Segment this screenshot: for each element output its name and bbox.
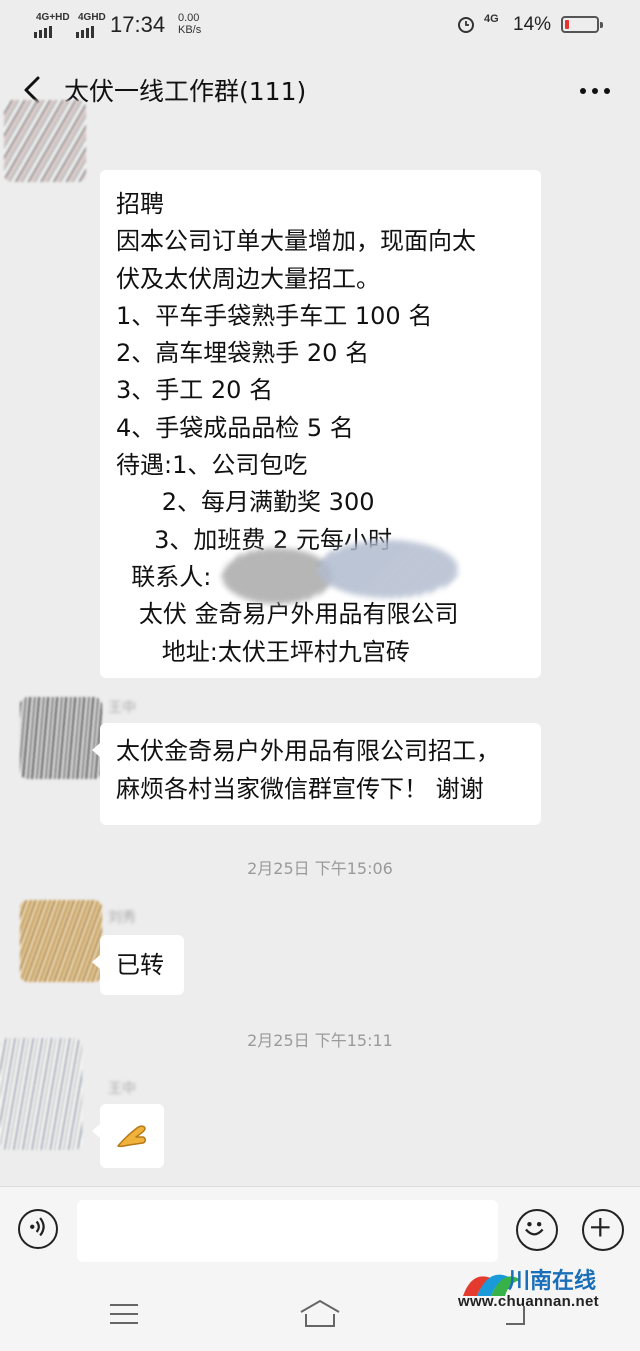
message-bubble[interactable]: 已转 xyxy=(92,935,184,995)
signal-label: 4GHD xyxy=(78,12,106,23)
network-speed: 0.00 KB/s xyxy=(178,12,201,36)
signal-icon: 4G+HD xyxy=(34,12,76,38)
message-text: 已转 xyxy=(116,951,164,979)
more-dots-icon[interactable] xyxy=(578,86,612,96)
menu-icon[interactable] xyxy=(108,1302,140,1326)
message-line: 地址:太伏王坪村九宫砖 xyxy=(116,637,410,666)
signal-label: 4G+HD xyxy=(36,12,70,23)
plus-icon[interactable] xyxy=(582,1209,624,1251)
voice-icon[interactable] xyxy=(18,1209,58,1249)
message-line: 太伏 金奇易户外用品有限公司 xyxy=(116,600,459,629)
speed-unit: KB/s xyxy=(178,24,202,36)
message-bubble[interactable]: 招聘 因本公司订单大量增加，现面向太 伏及太伏周边大量招工。 1、平车手袋熟手车… xyxy=(100,170,541,678)
alarm-icon xyxy=(458,17,474,33)
message-line: 4、手袋成品品检 5 名 xyxy=(116,413,354,442)
avatar[interactable] xyxy=(0,1038,82,1150)
message-bubble[interactable]: 太伏金奇易户外用品有限公司招工， 麻烦各村当家微信群宣传下！ 谢谢 xyxy=(92,723,541,825)
message-line: 1、平车手袋熟手车工 100 名 xyxy=(116,301,433,330)
message-bubble[interactable] xyxy=(92,1104,164,1168)
chat-title: 太伏一线工作群(111) xyxy=(64,77,307,106)
input-bar xyxy=(0,1186,640,1272)
message-line: 麻烦各村当家微信群宣传下！ 谢谢 xyxy=(116,775,484,803)
message-input[interactable] xyxy=(77,1200,498,1262)
speed-value: 0.00 xyxy=(178,12,200,24)
message-line: 待遇:1、公司包吃 xyxy=(116,451,308,480)
message-line: 3、手工 20 名 xyxy=(116,376,274,405)
status-bar: 4G+HD 4GHD 17:34 0.00 KB/s 4G 14% xyxy=(0,0,640,52)
network-type: 4G xyxy=(484,13,499,25)
message-line: 2、每月满勤奖 300 xyxy=(116,488,375,517)
battery-percent: 14% xyxy=(513,14,552,35)
sender-name: 王中 xyxy=(108,700,136,716)
chat-header: 太伏一线工作群(111) xyxy=(0,52,640,130)
avatar[interactable] xyxy=(20,697,102,779)
message-timestamp: 2月25日 下午15:11 xyxy=(247,1031,393,1050)
home-icon[interactable] xyxy=(298,1298,342,1328)
sender-name: 刘秀 xyxy=(108,910,136,926)
sender-name: 王中 xyxy=(108,1081,136,1097)
message-timestamp: 2月25日 下午15:06 xyxy=(247,859,393,878)
message-line: 太伏金奇易户外用品有限公司招工， xyxy=(116,737,500,765)
emoji-icon[interactable] xyxy=(516,1209,558,1251)
clock: 17:34 xyxy=(110,12,166,37)
redaction xyxy=(318,540,458,598)
ok-hand-emoji-icon xyxy=(117,1125,146,1148)
message-line: 招聘 xyxy=(116,190,164,218)
message-line: 因本公司订单大量增加，现面向太 xyxy=(116,227,476,256)
message-line: 2、高车埋袋熟手 20 名 xyxy=(116,339,370,368)
avatar[interactable] xyxy=(20,900,102,982)
watermark-text: 川南在线 xyxy=(508,1268,597,1293)
watermark-url: www.chuannan.net xyxy=(458,1293,599,1310)
avatar[interactable] xyxy=(4,100,86,182)
redaction xyxy=(222,548,332,604)
message-line: 伏及太伏周边大量招工。 xyxy=(116,264,380,293)
battery-icon xyxy=(561,16,603,33)
